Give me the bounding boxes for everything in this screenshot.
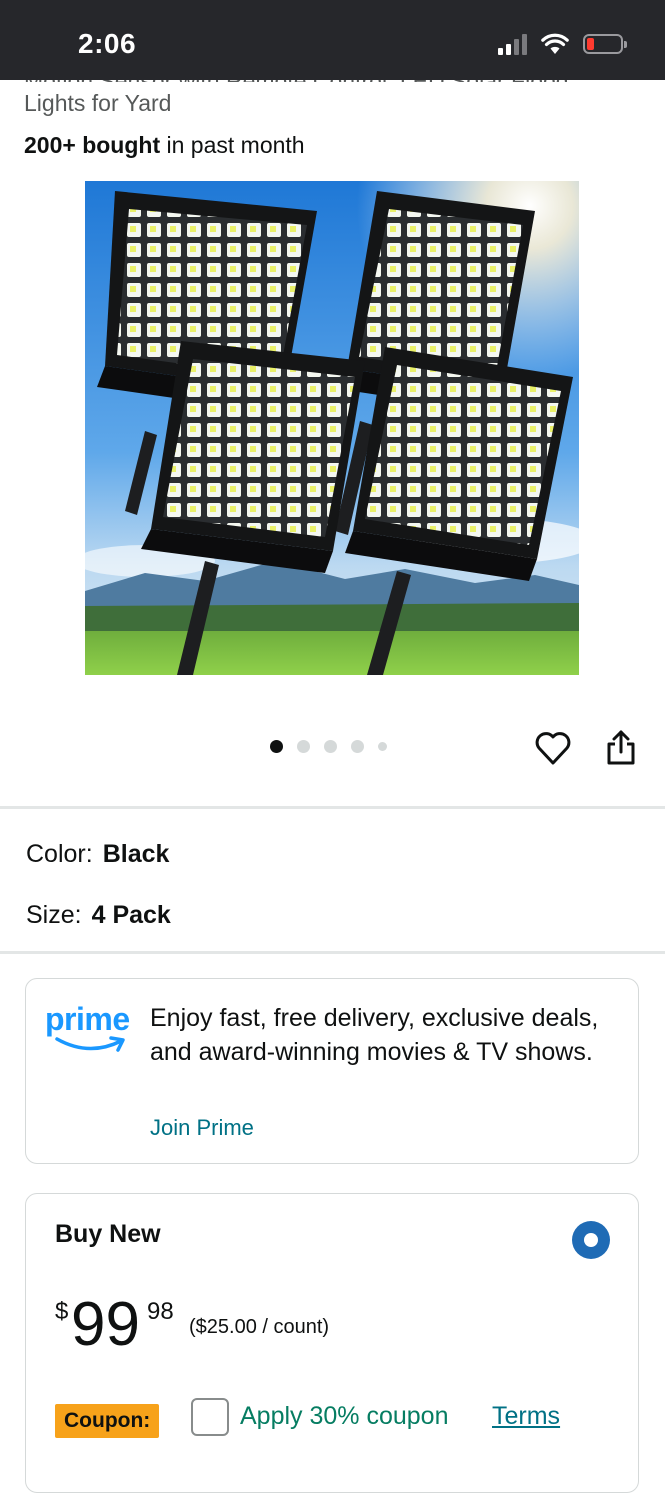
buy-new-title: Buy New	[55, 1220, 161, 1248]
prime-logo: prime	[45, 1001, 135, 1061]
product-title[interactable]: Lights for Yard	[24, 90, 171, 117]
carousel-dot-2[interactable]	[297, 740, 310, 753]
size-variation[interactable]: Size: 4 Pack	[26, 901, 171, 930]
status-icons	[498, 30, 627, 58]
section-divider	[0, 951, 665, 954]
color-label: Color:	[26, 840, 93, 868]
apply-coupon-label[interactable]: Apply 30% coupon	[240, 1402, 448, 1431]
status-time: 2:06	[78, 28, 137, 59]
share-button[interactable]	[602, 728, 640, 768]
join-prime-link[interactable]: Join Prime	[150, 1115, 254, 1141]
buy-new-radio[interactable]	[572, 1221, 610, 1259]
carousel-dot-1[interactable]	[270, 740, 283, 753]
prime-smile-icon	[55, 1036, 125, 1052]
bought-count: 200+ bought in past month	[24, 132, 305, 159]
image-carousel-dots[interactable]	[270, 740, 387, 753]
price-symbol: $	[55, 1298, 69, 1325]
prime-promo-card: prime Enjoy fast, free delivery, exclusi…	[25, 978, 639, 1164]
bought-count-bold: 200+ bought	[24, 132, 161, 158]
bought-count-rest: in past month	[160, 132, 305, 158]
carousel-dot-5[interactable]	[378, 742, 387, 751]
battery-icon	[583, 34, 627, 54]
carousel-dot-3[interactable]	[324, 740, 337, 753]
carousel-dot-4[interactable]	[351, 740, 364, 753]
product-image[interactable]	[85, 181, 579, 675]
section-divider	[0, 806, 665, 809]
unit-price: ($25.00 / count)	[189, 1316, 330, 1338]
size-value: 4 Pack	[91, 901, 171, 929]
coupon-checkbox[interactable]	[191, 1398, 229, 1436]
share-icon	[607, 730, 635, 765]
coupon-terms-link[interactable]: Terms	[492, 1402, 560, 1431]
wifi-icon	[541, 33, 569, 54]
prime-logo-text: prime	[45, 1001, 130, 1037]
prime-message: Enjoy fast, free delivery, exclusive dea…	[150, 1004, 599, 1066]
coupon-badge: Coupon:	[55, 1404, 160, 1438]
color-variation[interactable]: Color: Black	[26, 840, 169, 869]
solar-flood-lights-image	[85, 181, 579, 675]
price-fraction: 98	[147, 1298, 174, 1325]
cellular-signal-icon	[498, 33, 527, 55]
status-bar: 2:06	[0, 0, 665, 80]
color-value: Black	[102, 840, 170, 868]
add-to-wishlist-button[interactable]	[533, 728, 573, 768]
size-label: Size:	[26, 901, 82, 929]
buy-new-card[interactable]: Buy New $ 99 98 ($25.00 / count) Coupon:…	[25, 1193, 639, 1493]
heart-icon	[535, 732, 571, 765]
price-whole: 99	[71, 1290, 140, 1359]
